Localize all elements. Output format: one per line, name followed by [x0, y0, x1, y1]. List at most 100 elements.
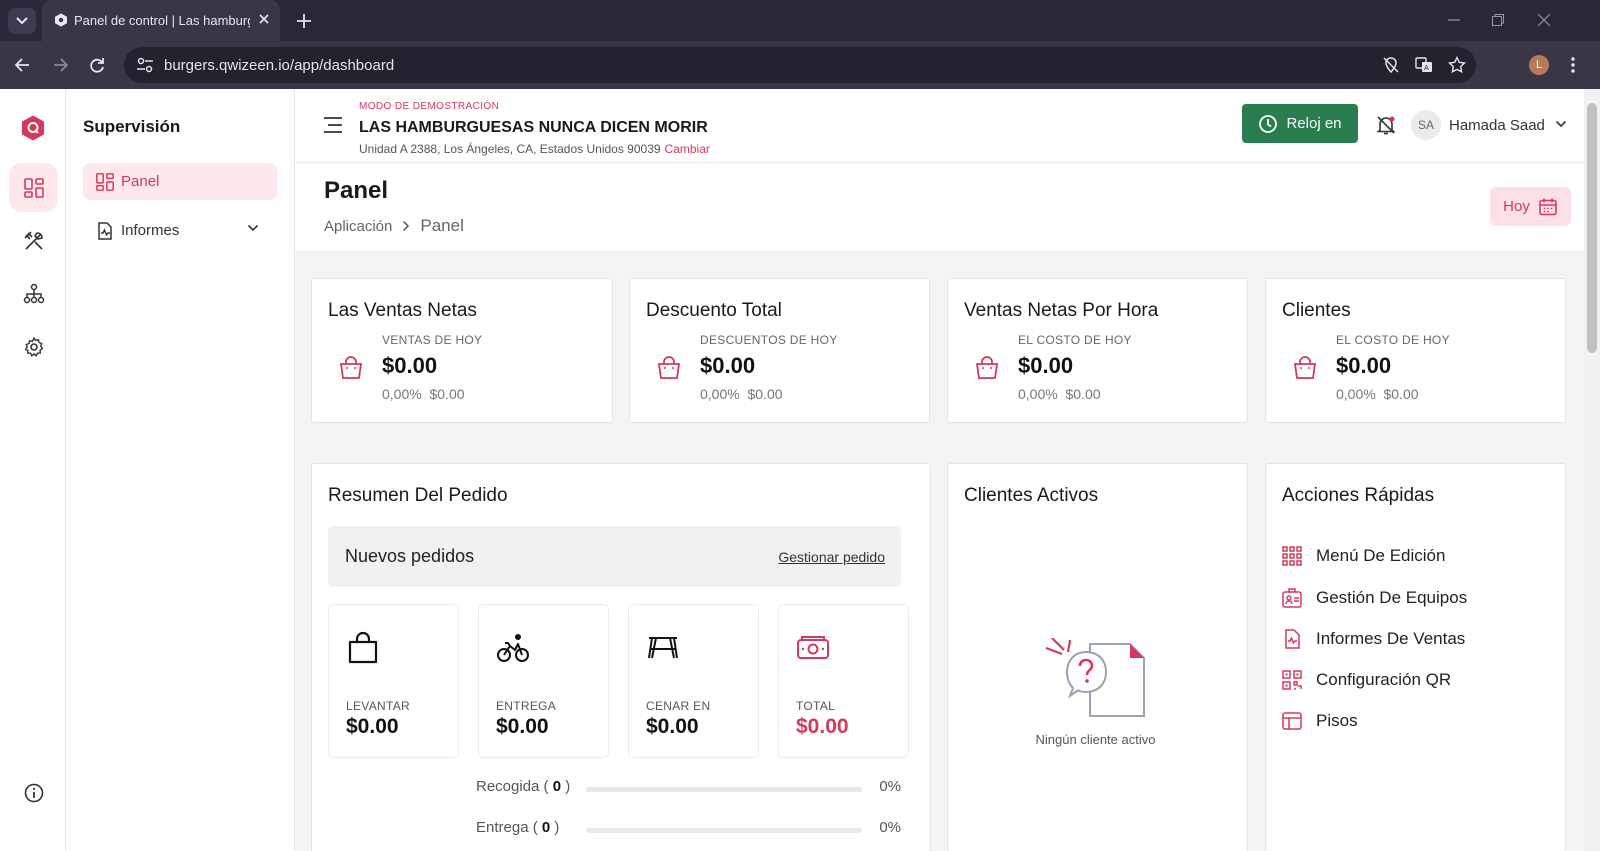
progress-label-text: Entrega: [476, 819, 529, 836]
shopping-bag-icon: [339, 356, 363, 379]
active-clients-title: Clientes Activos: [964, 485, 1099, 506]
sidebar-item-informes[interactable]: Informes: [83, 212, 277, 249]
address-bar[interactable]: burgers.qwizeen.io/app/dashboard A: [124, 47, 1476, 83]
scrollbar-thumb[interactable]: [1587, 103, 1597, 353]
stat-title: Las Ventas Netas: [328, 300, 477, 321]
stat-subtitle: EL COSTO DE HOY: [1336, 333, 1450, 347]
cash-icon: [797, 636, 829, 659]
progress-count: 0: [541, 819, 551, 836]
quick-action-floors[interactable]: Pisos: [1282, 710, 1358, 732]
shopping-bag-icon: [975, 356, 999, 379]
chevron-down-icon[interactable]: [1555, 120, 1567, 128]
order-type-dine-in: CENAR EN $0.00: [628, 604, 759, 758]
user-name[interactable]: Hamada Saad: [1449, 117, 1545, 134]
notifications-off-icon[interactable]: [1375, 114, 1397, 136]
manage-order-link[interactable]: Gestionar pedido: [778, 549, 885, 565]
back-icon[interactable]: [13, 55, 33, 75]
profile-avatar[interactable]: L: [1529, 55, 1549, 75]
chevron-down-icon: [247, 224, 259, 232]
store-address: Unidad A 2388, Los Ángeles, CA, Estados …: [359, 142, 710, 156]
stat-delta: 0,00% $0.00: [700, 386, 783, 402]
rail-settings-button[interactable]: [9, 322, 58, 371]
new-tab-icon[interactable]: [294, 11, 314, 31]
bookmark-star-icon[interactable]: [1448, 56, 1466, 74]
order-type-pickup: LEVANTAR $0.00: [328, 604, 459, 758]
rail-dashboard-button[interactable]: [9, 163, 58, 212]
close-window-icon[interactable]: [1536, 12, 1552, 28]
icon-rail: [0, 89, 66, 851]
stat-card-discount: Descuento Total DESCUENTOS DE HOY $0.00 …: [629, 278, 930, 423]
browser-tab[interactable]: Panel de control | Las hamburguesas: [42, 0, 280, 41]
reload-icon[interactable]: [87, 55, 107, 75]
hamburger-menu-icon[interactable]: [323, 116, 343, 134]
id-card-icon: [1282, 588, 1302, 608]
stat-delta-prev: $0.00: [1383, 386, 1419, 402]
page-title-bar: Panel Aplicación Panel Hoy: [295, 163, 1584, 251]
stat-delta-prev: $0.00: [429, 386, 465, 402]
progress-track: [586, 828, 862, 833]
stat-card-hourly-sales: Ventas Netas Por Hora EL COSTO DE HOY $0…: [947, 278, 1248, 423]
sidebar: Supervisión Panel Informes: [66, 89, 295, 851]
tracking-off-icon[interactable]: [1382, 56, 1400, 74]
restore-icon[interactable]: [1490, 12, 1506, 28]
stat-title: Descuento Total: [646, 300, 782, 321]
clock-in-label: Reloj en: [1286, 115, 1342, 132]
progress-label-text: Recogida: [476, 778, 540, 795]
stat-delta-prev: $0.00: [1065, 386, 1101, 402]
report-icon: [98, 221, 112, 240]
stat-subtitle: EL COSTO DE HOY: [1018, 333, 1132, 347]
quick-action-sales-reports[interactable]: Informes De Ventas: [1282, 628, 1465, 650]
progress-percent: 0%: [879, 778, 901, 795]
stat-delta-pct: 0,00%: [700, 386, 740, 402]
clock-in-button[interactable]: Reloj en: [1242, 104, 1358, 143]
order-type-amount: $0.00: [496, 715, 549, 738]
change-store-link[interactable]: Cambiar: [665, 142, 710, 156]
progress-label: Recogida ( 0 ): [476, 778, 571, 795]
new-orders-bar: Nuevos pedidos Gestionar pedido: [328, 526, 901, 587]
layout-icon: [1282, 712, 1302, 730]
tab-search-button[interactable]: [8, 8, 36, 34]
page-scrollbar[interactable]: [1584, 89, 1600, 851]
stat-value: $0.00: [1018, 353, 1074, 378]
user-avatar[interactable]: SA: [1411, 110, 1441, 140]
quick-action-edit-menu[interactable]: Menú De Edición: [1282, 545, 1445, 567]
quick-action-team[interactable]: Gestión De Equipos: [1282, 587, 1467, 609]
stat-delta-pct: 0,00%: [1336, 386, 1376, 402]
order-type-amount: $0.00: [646, 715, 699, 738]
bike-icon: [497, 634, 529, 662]
site-settings-icon[interactable]: [136, 57, 154, 73]
order-summary-title: Resumen Del Pedido: [328, 485, 508, 506]
progress-percent: 0%: [879, 819, 901, 836]
sidebar-item-panel[interactable]: Panel: [83, 163, 277, 200]
shopping-bag-icon: [657, 356, 681, 379]
close-tab-icon[interactable]: [256, 11, 272, 27]
rail-org-button[interactable]: [9, 269, 58, 318]
date-filter-button[interactable]: Hoy: [1490, 187, 1571, 226]
stat-delta-pct: 0,00%: [382, 386, 422, 402]
stat-card-net-sales: Las Ventas Netas VENTAS DE HOY $0.00 0,0…: [311, 278, 613, 423]
calendar-icon: [1539, 198, 1557, 215]
breadcrumb-item-app[interactable]: Aplicación: [324, 218, 392, 235]
order-type-label: ENTREGA: [496, 699, 557, 713]
order-type-label: CENAR EN: [646, 699, 711, 713]
browser-menu-icon[interactable]: [1570, 55, 1576, 75]
bag-icon: [348, 631, 378, 664]
qwizeen-logo-icon[interactable]: [21, 115, 45, 141]
address-text: Unidad A 2388, Los Ángeles, CA, Estados …: [359, 142, 661, 156]
minimize-icon[interactable]: [1446, 12, 1462, 28]
url-text: burgers.qwizeen.io/app/dashboard: [164, 57, 395, 74]
stat-card-customers: Clientes EL COSTO DE HOY $0.00 0,00% $0.…: [1265, 278, 1566, 423]
quick-action-qr-settings[interactable]: Configuración QR: [1282, 669, 1451, 691]
hierarchy-icon: [23, 283, 44, 303]
order-type-amount: $0.00: [796, 715, 849, 738]
rail-info-button[interactable]: [9, 768, 58, 817]
order-type-label: TOTAL: [796, 699, 836, 713]
rail-menu-button[interactable]: [9, 216, 58, 265]
order-type-amount: $0.00: [346, 715, 399, 738]
forward-icon[interactable]: [50, 55, 70, 75]
translate-icon[interactable]: A: [1415, 56, 1433, 74]
no-clients-illustration-icon: [1045, 638, 1145, 717]
quick-action-label: Configuración QR: [1316, 670, 1452, 689]
breadcrumb-item-current: Panel: [420, 216, 464, 235]
site-favicon-icon: [55, 13, 67, 27]
